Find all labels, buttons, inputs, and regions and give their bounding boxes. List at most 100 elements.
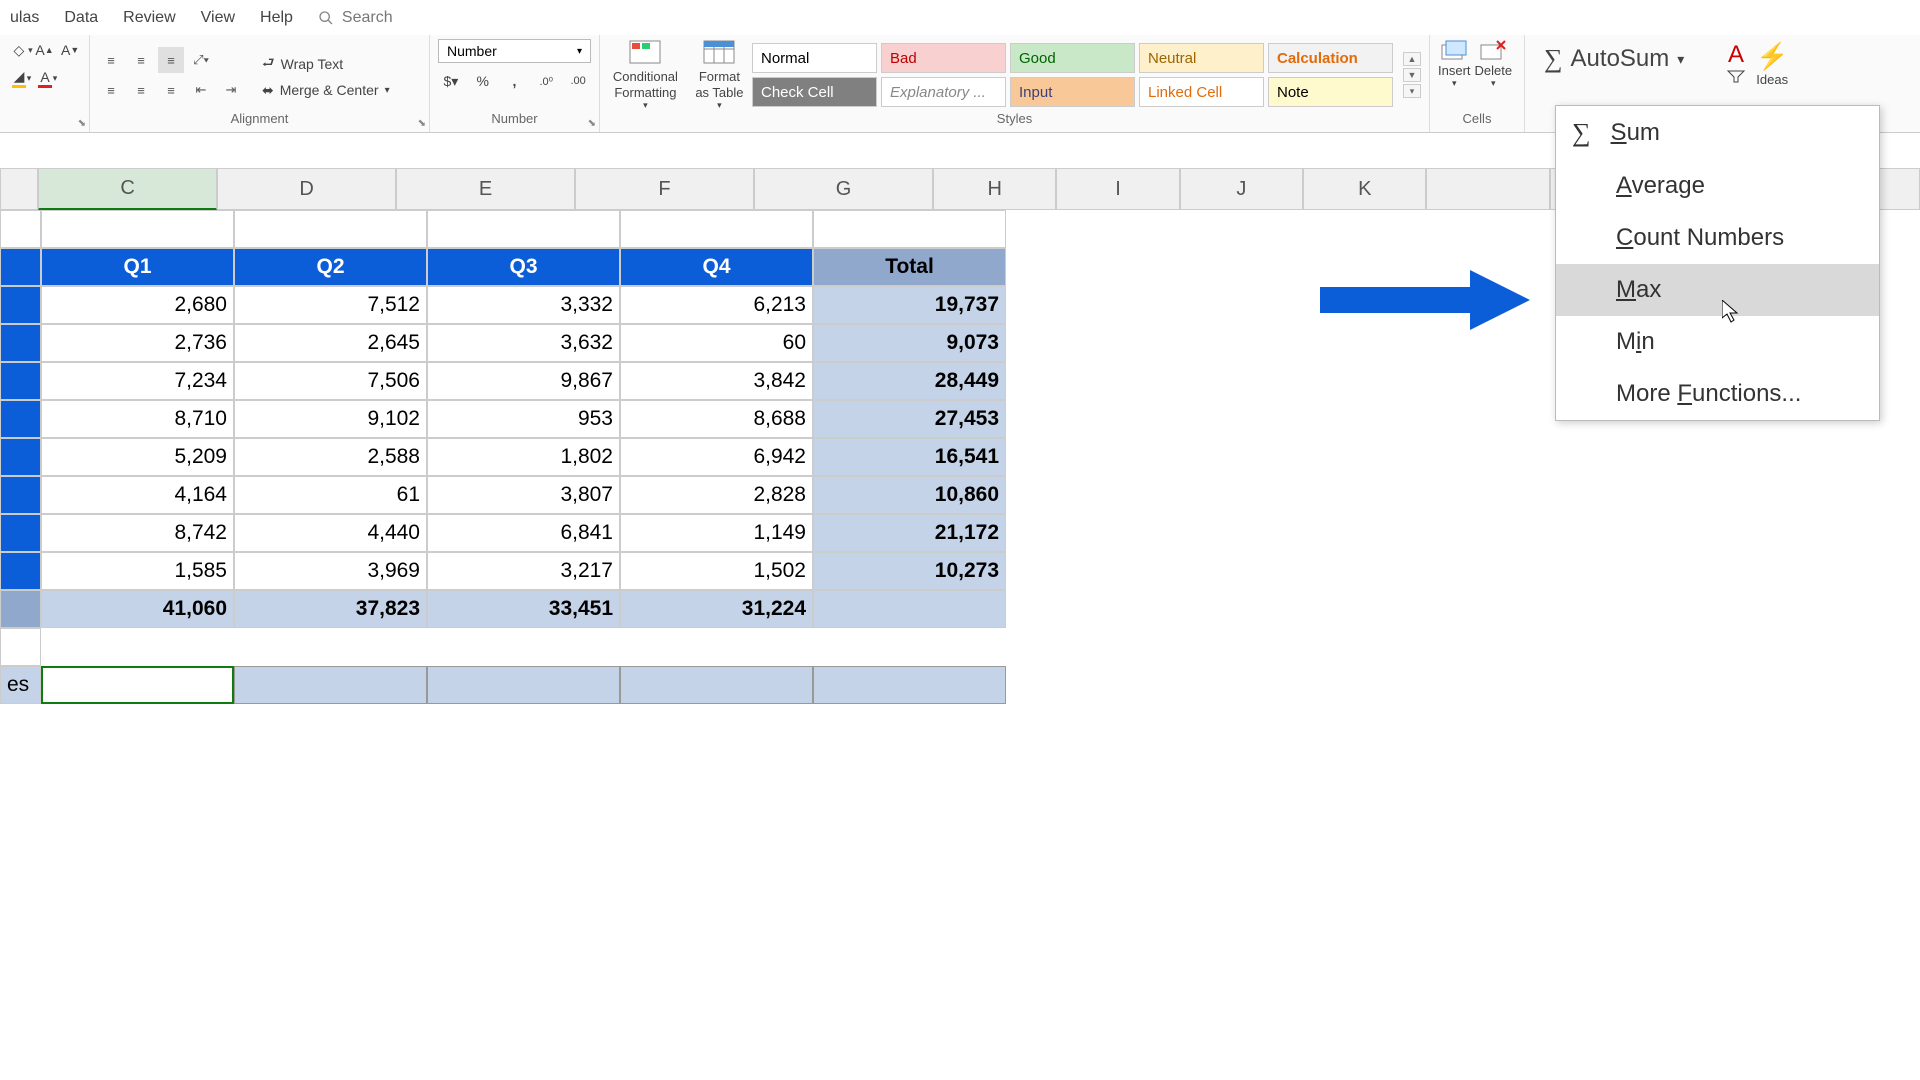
fill-color-button[interactable]: ◇▾: [8, 39, 30, 61]
comma-button[interactable]: ,: [502, 69, 528, 93]
font-launcher-icon[interactable]: ⬊: [78, 118, 86, 129]
data-cell[interactable]: 1,149: [620, 514, 813, 552]
data-cell[interactable]: 6,213: [620, 286, 813, 324]
data-cell[interactable]: 3,217: [427, 552, 620, 590]
cell[interactable]: [0, 324, 41, 362]
fill-bucket-button[interactable]: ◢ ▾: [8, 67, 30, 89]
tab-data[interactable]: Data: [64, 9, 98, 27]
data-cell[interactable]: 8,688: [620, 400, 813, 438]
insert-button[interactable]: Insert ▾: [1438, 39, 1471, 89]
tab-review[interactable]: Review: [123, 9, 175, 27]
data-cell[interactable]: 8,710: [41, 400, 234, 438]
format-as-table-button[interactable]: Format as Table ▾: [693, 39, 746, 111]
data-cell[interactable]: 6,942: [620, 438, 813, 476]
col-header-l[interactable]: [1426, 168, 1549, 210]
orientation-button[interactable]: ⤢▾: [188, 47, 214, 73]
align-left-button[interactable]: ≡: [98, 77, 124, 103]
col-header-d[interactable]: D: [217, 168, 396, 210]
header-total[interactable]: Total: [813, 248, 1006, 286]
cell[interactable]: [0, 438, 41, 476]
cell[interactable]: [41, 210, 234, 248]
row-label[interactable]: es: [0, 666, 41, 704]
tab-formulas[interactable]: ulas: [10, 9, 39, 27]
wrap-text-button[interactable]: ⮐ Wrap Text: [262, 52, 390, 76]
data-cell[interactable]: 953: [427, 400, 620, 438]
data-cell[interactable]: 6,841: [427, 514, 620, 552]
selected-cell[interactable]: [620, 666, 813, 704]
data-cell[interactable]: 9,102: [234, 400, 427, 438]
conditional-formatting-button[interactable]: Conditional Formatting ▾: [608, 39, 683, 111]
col-header-g[interactable]: G: [754, 168, 933, 210]
style-good[interactable]: Good: [1010, 43, 1135, 73]
style-bad[interactable]: Bad: [881, 43, 1006, 73]
total-q1[interactable]: 41,060: [41, 590, 234, 628]
data-cell[interactable]: 2,680: [41, 286, 234, 324]
data-cell[interactable]: 2,828: [620, 476, 813, 514]
col-header-e[interactable]: E: [396, 168, 575, 210]
data-cell[interactable]: 61: [234, 476, 427, 514]
merge-center-button[interactable]: ⬌ Merge & Center ▾: [262, 82, 390, 99]
data-cell[interactable]: 8,742: [41, 514, 234, 552]
header-q2[interactable]: Q2: [234, 248, 427, 286]
align-middle-button[interactable]: ≡: [128, 47, 154, 73]
number-launcher-icon[interactable]: ⬊: [588, 118, 596, 129]
style-linked-cell[interactable]: Linked Cell: [1139, 77, 1264, 107]
ideas-button[interactable]: ⚡ Ideas: [1756, 41, 1788, 87]
col-header-k[interactable]: K: [1303, 168, 1426, 210]
style-input[interactable]: Input: [1010, 77, 1135, 107]
col-header-f[interactable]: F: [575, 168, 754, 210]
dropdown-sum[interactable]: ∑ Sum: [1556, 106, 1879, 160]
cell[interactable]: [0, 514, 41, 552]
selected-cell[interactable]: [234, 666, 427, 704]
align-bottom-button[interactable]: ≡: [158, 47, 184, 73]
cell[interactable]: [427, 210, 620, 248]
data-cell[interactable]: 3,807: [427, 476, 620, 514]
data-cell[interactable]: 7,512: [234, 286, 427, 324]
data-cell[interactable]: 19,737: [813, 286, 1006, 324]
total-grand[interactable]: [813, 590, 1006, 628]
dropdown-average[interactable]: Average: [1556, 160, 1879, 212]
style-calculation[interactable]: Calculation: [1268, 43, 1393, 73]
col-header-h[interactable]: H: [933, 168, 1056, 210]
data-cell[interactable]: 3,969: [234, 552, 427, 590]
style-explanatory[interactable]: Explanatory ...: [881, 77, 1006, 107]
align-top-button[interactable]: ≡: [98, 47, 124, 73]
data-cell[interactable]: 3,332: [427, 286, 620, 324]
col-header-c[interactable]: C: [38, 168, 217, 210]
data-cell[interactable]: 5,209: [41, 438, 234, 476]
col-header-j[interactable]: J: [1180, 168, 1303, 210]
data-cell[interactable]: 2,736: [41, 324, 234, 362]
active-cell[interactable]: [41, 666, 234, 704]
data-cell[interactable]: 4,164: [41, 476, 234, 514]
number-format-select[interactable]: Number ▾: [438, 39, 591, 63]
gallery-more-button[interactable]: ▾: [1403, 84, 1421, 98]
dropdown-min[interactable]: Min: [1556, 316, 1879, 368]
data-cell[interactable]: 28,449: [813, 362, 1006, 400]
cell[interactable]: [620, 210, 813, 248]
cell[interactable]: [0, 286, 41, 324]
cell[interactable]: [0, 628, 41, 666]
col-header-b[interactable]: [0, 168, 38, 210]
data-cell[interactable]: 10,860: [813, 476, 1006, 514]
align-center-button[interactable]: ≡: [128, 77, 154, 103]
style-normal[interactable]: Normal: [752, 43, 877, 73]
data-cell[interactable]: 60: [620, 324, 813, 362]
data-cell[interactable]: 16,541: [813, 438, 1006, 476]
data-cell[interactable]: 10,273: [813, 552, 1006, 590]
data-cell[interactable]: 1,585: [41, 552, 234, 590]
align-right-button[interactable]: ≡: [158, 77, 184, 103]
style-neutral[interactable]: Neutral: [1139, 43, 1264, 73]
data-cell[interactable]: 2,588: [234, 438, 427, 476]
currency-button[interactable]: $▾: [438, 69, 464, 93]
selected-cell[interactable]: [427, 666, 620, 704]
autosum-button[interactable]: ∑ AutoSum ▾: [1533, 39, 1712, 79]
total-q3[interactable]: 33,451: [427, 590, 620, 628]
data-cell[interactable]: 9,073: [813, 324, 1006, 362]
data-cell[interactable]: 4,440: [234, 514, 427, 552]
search-box[interactable]: Search: [318, 9, 393, 27]
cell[interactable]: [0, 362, 41, 400]
cell[interactable]: [0, 210, 41, 248]
decrease-decimal-button[interactable]: .00: [565, 69, 591, 93]
increase-indent-button[interactable]: ⇥: [218, 77, 244, 103]
decrease-indent-button[interactable]: ⇤: [188, 77, 214, 103]
